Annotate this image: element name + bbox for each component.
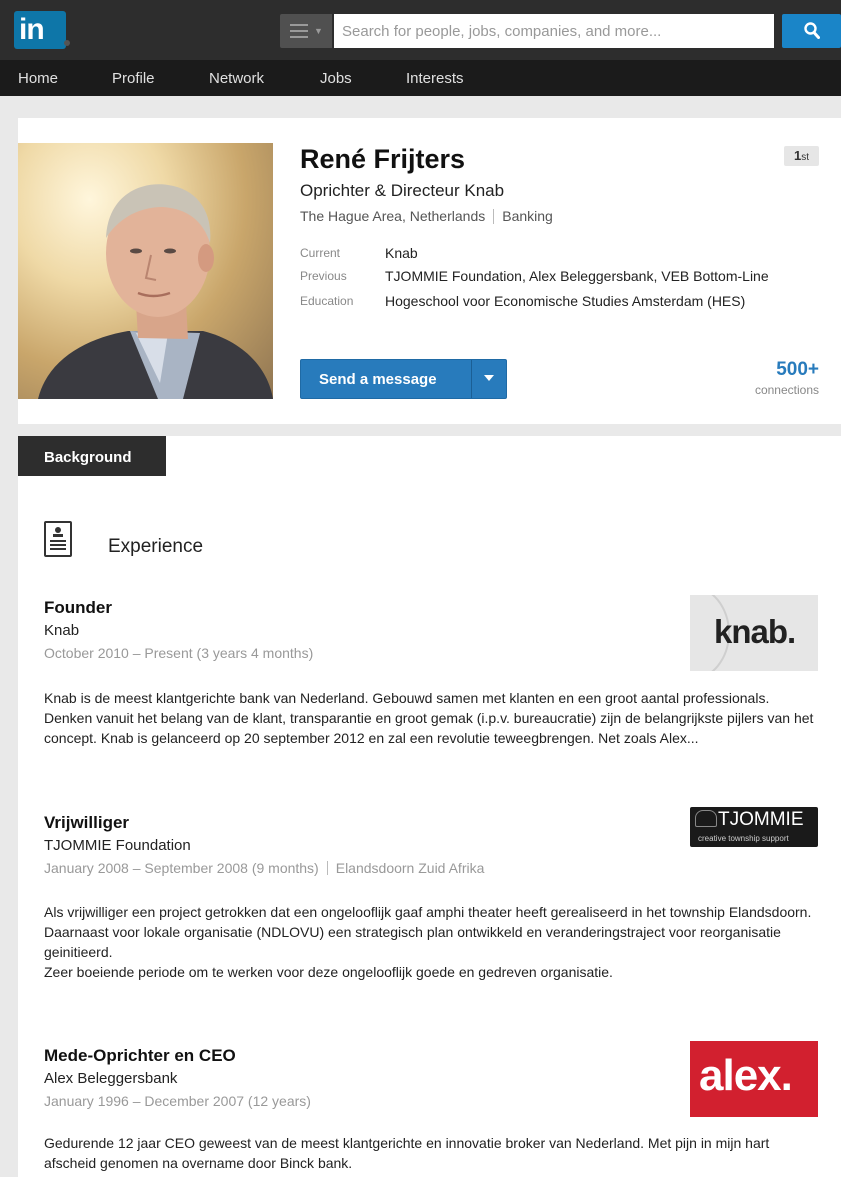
- nav-network[interactable]: Network: [209, 70, 264, 87]
- linkedin-logo[interactable]: in: [14, 11, 66, 49]
- job-title[interactable]: Mede-Oprichter en CEO: [44, 1046, 311, 1066]
- button-divider: [471, 360, 472, 398]
- divider: [326, 861, 328, 875]
- current-value[interactable]: Knab: [385, 245, 418, 261]
- profile-location-line: The Hague Area, Netherlands Banking: [300, 208, 553, 224]
- job-title[interactable]: Vrijwilliger: [44, 813, 484, 833]
- logo-dot: [64, 40, 70, 46]
- portrait-illustration: [38, 184, 273, 399]
- job-date-range: January 2008 – September 2008 (9 months): [44, 860, 319, 876]
- previous-value[interactable]: TJOMMIE Foundation, Alex Beleggersbank, …: [385, 268, 769, 284]
- tjommie-emblem-icon: [695, 810, 717, 827]
- profile-industry[interactable]: Banking: [502, 208, 553, 224]
- search-category-dropdown[interactable]: ▼: [280, 14, 332, 48]
- search-input[interactable]: [334, 14, 774, 48]
- menu-icon: [290, 24, 308, 38]
- nav-interests[interactable]: Interests: [406, 70, 464, 87]
- job-title[interactable]: Founder: [44, 598, 313, 618]
- nav-jobs[interactable]: Jobs: [320, 70, 352, 87]
- description-line: Daarnaast voor lokale organisatie (NDLOV…: [44, 924, 781, 960]
- profile-headline: Oprichter & Directeur Knab: [300, 181, 505, 200]
- education-value[interactable]: Hogeschool voor Economische Studies Amst…: [385, 293, 745, 309]
- job-dates: October 2010 – Present (3 years 4 months…: [44, 645, 314, 661]
- job-dates: January 2008 – September 2008 (9 months)…: [44, 860, 484, 876]
- profile-location[interactable]: The Hague Area, Netherlands: [300, 208, 485, 224]
- profile-name: René Frijters: [300, 144, 466, 174]
- job-company[interactable]: Alex Beleggersbank: [44, 1070, 311, 1087]
- connections-count[interactable]: 500+: [776, 359, 819, 381]
- description-line: Zeer boeiende periode om te werken voor …: [44, 964, 613, 980]
- job-description: Als vrijwilliger een project getrokken d…: [44, 902, 814, 982]
- description-line: Als vrijwilliger een project getrokken d…: [44, 904, 812, 920]
- divider: [493, 209, 495, 224]
- background-section: Background Experience Founder Knab Octob…: [18, 436, 841, 1177]
- search-button[interactable]: [782, 14, 841, 48]
- tjommie-logo-text: TJOMMIE: [718, 809, 804, 830]
- alex-logo[interactable]: alex.: [690, 1041, 818, 1117]
- education-label: Education: [300, 294, 354, 308]
- alex-logo-text: alex.: [699, 1051, 793, 1100]
- experience-item: Mede-Oprichter en CEO Alex Beleggersbank…: [44, 1046, 311, 1109]
- profile-card: René Frijters Oprichter & Directeur Knab…: [18, 118, 841, 424]
- tjommie-logo[interactable]: TJOMMIE creative township support: [690, 807, 818, 847]
- tjommie-logo-subtext: creative township support: [698, 834, 789, 843]
- main-nav: Home Profile Network Jobs Interests: [0, 60, 841, 96]
- previous-label: Previous: [300, 269, 347, 283]
- experience-item: Vrijwilliger TJOMMIE Foundation January …: [44, 813, 484, 876]
- background-tab[interactable]: Background: [18, 436, 166, 476]
- profile-photo[interactable]: [18, 143, 273, 399]
- chevron-down-icon[interactable]: [484, 375, 494, 381]
- connections-label: connections: [754, 383, 819, 397]
- send-message-label: Send a message: [319, 371, 437, 388]
- experience-item: Founder Knab October 2010 – Present (3 y…: [44, 598, 313, 661]
- connection-degree-badge: 1st: [784, 146, 819, 166]
- job-company[interactable]: TJOMMIE Foundation: [44, 837, 484, 854]
- experience-icon: [44, 521, 72, 557]
- experience-title: Experience: [108, 536, 204, 557]
- job-location: Elandsdoorn Zuid Afrika: [335, 860, 485, 876]
- send-message-button[interactable]: Send a message: [300, 359, 507, 399]
- knab-logo-text: knab.: [714, 613, 796, 650]
- nav-home[interactable]: Home: [18, 70, 58, 87]
- top-bar: in ▼: [0, 0, 841, 60]
- job-description: Knab is de meest klantgerichte bank van …: [44, 690, 814, 746]
- job-dates: January 1996 – December 2007 (12 years): [44, 1093, 311, 1109]
- chevron-down-icon: ▼: [314, 26, 323, 36]
- job-company[interactable]: Knab: [44, 622, 313, 639]
- nav-profile[interactable]: Profile: [112, 70, 155, 87]
- job-description: Gedurende 12 jaar CEO geweest van de mee…: [44, 1135, 770, 1171]
- degree-suffix: st: [801, 152, 809, 163]
- knab-logo[interactable]: knab.: [690, 595, 818, 671]
- current-label: Current: [300, 246, 341, 260]
- search-icon: [804, 22, 820, 39]
